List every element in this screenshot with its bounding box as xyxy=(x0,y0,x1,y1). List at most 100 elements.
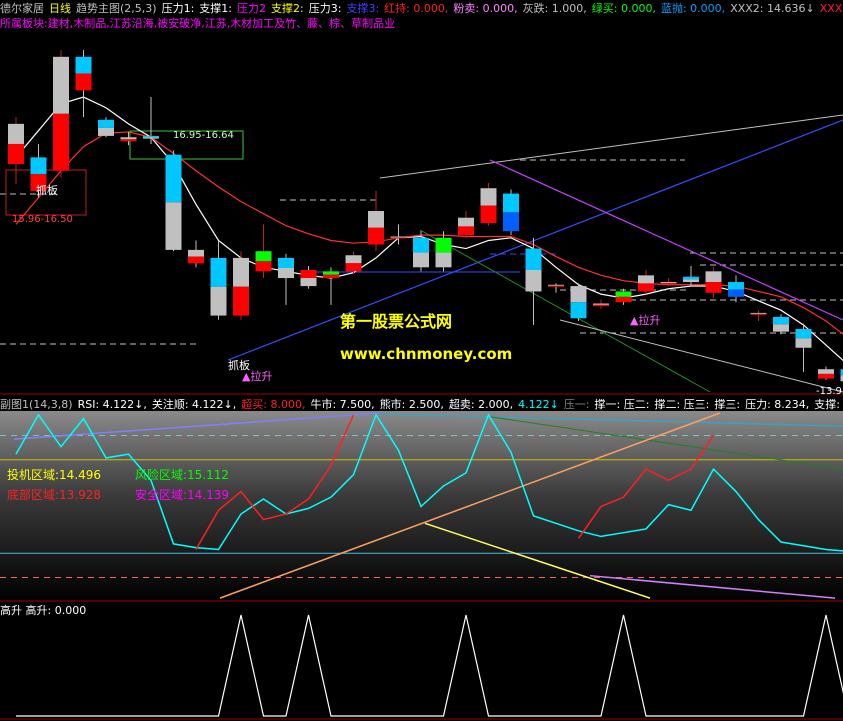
candle-body xyxy=(570,302,587,319)
candle-body xyxy=(503,212,519,232)
candle-body xyxy=(548,285,564,287)
sector-line: 所属板块:建材,木制品,江苏沿海,被安破净,江苏,木材加工及竹、藤、棕、草制品业 xyxy=(0,17,843,31)
sub-header-item-1: RSI: 4.122↓, xyxy=(77,398,147,411)
candle-body xyxy=(818,369,834,374)
candle-body xyxy=(278,267,294,279)
main-header-item-15: XXX3: 14.595↑ xyxy=(819,2,843,15)
candle-body xyxy=(638,283,654,292)
candle-body xyxy=(773,324,789,332)
candle-body xyxy=(593,304,609,307)
candle-body xyxy=(750,312,767,314)
sub-header-item-4: 牛市: 7.500, xyxy=(310,398,375,411)
candle-body xyxy=(165,202,182,250)
sub-header-item-0: 副图1(14,3,8) xyxy=(0,398,73,411)
gaosheng-header: 高升 高升: 0.000 xyxy=(0,604,843,618)
candle-body xyxy=(345,263,362,272)
candle-body xyxy=(660,282,677,284)
candle-body xyxy=(300,278,317,287)
main-header-item-8: 支撑3: xyxy=(346,2,380,15)
candle-body xyxy=(615,291,632,297)
safe-zone: 安全区域:14.139 xyxy=(135,486,229,503)
watermark-title: 第一股票公式网 xyxy=(340,312,453,331)
candle-body xyxy=(188,249,204,257)
watermark-url: www.chnmoney.com xyxy=(340,345,513,363)
candle-body xyxy=(390,236,407,238)
candle-body xyxy=(795,338,812,348)
candle-body xyxy=(705,271,722,283)
main-header-item-4: 支撑1: xyxy=(199,2,233,15)
candle-body xyxy=(8,143,24,165)
candle-body xyxy=(503,193,519,213)
candle-body xyxy=(638,275,654,284)
main-header-item-14: XXX2: 14.636↓ xyxy=(730,2,815,15)
candle-body xyxy=(143,135,159,138)
candle-body xyxy=(255,261,272,272)
candle-body xyxy=(705,282,722,293)
sub-header-item-9: 撑一: 压二: xyxy=(594,398,650,411)
candle-body xyxy=(120,137,137,140)
candle-body xyxy=(683,276,699,280)
bottom-zone-value: 13.928 xyxy=(59,488,102,502)
candle-body xyxy=(413,252,429,268)
candle-body xyxy=(345,255,362,264)
candle-body xyxy=(323,274,339,279)
trend-line xyxy=(419,229,711,393)
main-header-item-10: 粉卖: 0.000, xyxy=(453,2,518,15)
candle-body xyxy=(435,237,452,253)
candle-body xyxy=(233,286,249,316)
invest-zone-value: 14.496 xyxy=(59,468,102,482)
main-header-item-12: 绿买: 0.000, xyxy=(591,2,656,15)
candle-body xyxy=(53,113,69,171)
risk-zone-label: 风险区域: xyxy=(135,468,188,482)
candle-body xyxy=(683,279,699,283)
bottom-zone: 底部区域:13.928 xyxy=(7,486,101,503)
candle-body xyxy=(98,119,114,128)
sub-header: 副图1(14,3,8) RSI: 4.122↓, 关注顺: 4.122↓, 超买: 8… xyxy=(0,398,843,412)
gaosheng-header-text: 高升 高升: 0.000 xyxy=(0,604,87,617)
safe-zone-label: 安全区域: xyxy=(135,488,188,502)
lasheng-label-1: ▲拉升 xyxy=(242,370,273,383)
candle-body xyxy=(795,328,812,339)
candle-body xyxy=(188,256,204,264)
candle-body xyxy=(368,227,384,245)
candle-body xyxy=(278,257,294,268)
price-tag: -13.9 xyxy=(816,386,842,397)
candle-body xyxy=(255,251,272,262)
gaosheng-line xyxy=(16,614,843,717)
main-header-item-2: 趋势主图(2,5,3) xyxy=(76,2,157,15)
candle-body xyxy=(728,282,744,290)
candle-body xyxy=(435,252,452,268)
candle-body xyxy=(458,226,474,236)
safe-zone-value: 14.139 xyxy=(187,488,230,502)
candle-body xyxy=(8,123,24,144)
candle-body xyxy=(750,313,767,315)
candle-body xyxy=(98,127,114,136)
trend-line xyxy=(489,159,843,321)
sub-header-item-6: 超卖: 2.000, xyxy=(448,398,514,411)
sub-header-item-11: 撑三: xyxy=(714,398,741,411)
left-zhuaban-label: 抓板 xyxy=(36,184,58,197)
invest-zone-label: 投机区域: xyxy=(7,468,60,482)
risk-zone-value: 15.112 xyxy=(187,468,230,482)
candle-body xyxy=(30,157,47,175)
main-header-item-13: 蓝抛: 0.000, xyxy=(660,2,726,15)
sub-header-item-8: 压一: xyxy=(563,398,590,411)
sub-header-item-12: 压力: 8.234, xyxy=(745,398,810,411)
invest-zone: 投机区域:14.496 xyxy=(7,466,101,483)
lasheng-label-2: ▲拉升 xyxy=(630,314,661,327)
main-header-item-9: 红持: 0.000, xyxy=(384,2,449,15)
candle-body xyxy=(458,217,474,227)
sub-header-item-13: 支撑: 0.564, xyxy=(814,398,843,411)
trend-line xyxy=(227,119,843,361)
candle-body xyxy=(660,283,677,285)
risk-zone: 风险区域:15.112 xyxy=(135,466,229,483)
main-header-item-1: 日线 xyxy=(49,2,71,15)
candle-body xyxy=(773,316,789,325)
main-header-item-11: 灰跌: 1.000, xyxy=(522,2,587,15)
range-box-label: 16.95-16.64 xyxy=(173,130,234,141)
candle-body xyxy=(413,237,429,253)
candle-body xyxy=(480,188,497,206)
main-header-item-6: 支撑2: xyxy=(271,2,304,15)
candle-body xyxy=(818,373,834,379)
sub-header-item-2: 关注顺: 4.122↓, xyxy=(151,398,237,411)
